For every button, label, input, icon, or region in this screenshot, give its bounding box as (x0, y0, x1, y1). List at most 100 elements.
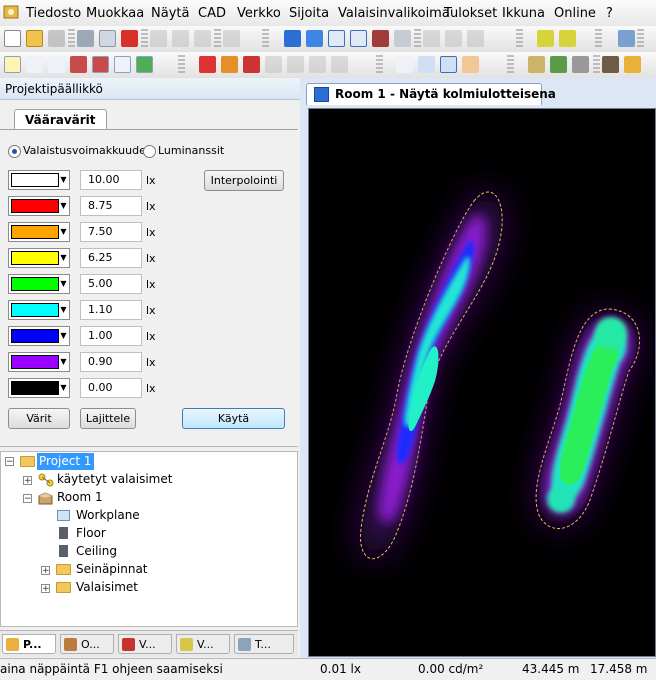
print-preview-icon[interactable] (99, 30, 116, 47)
new-file-icon[interactable] (4, 30, 21, 47)
luminance-radio[interactable] (143, 145, 156, 158)
level-value-input[interactable]: 7.50 (80, 222, 142, 242)
rotate-icon[interactable] (440, 56, 457, 73)
zoom-fit-icon[interactable] (394, 30, 411, 47)
calculator-icon[interactable] (618, 30, 635, 47)
paste-icon[interactable] (194, 30, 211, 47)
tab-colors[interactable]: V... (118, 634, 172, 654)
3d-view-icon[interactable] (284, 30, 301, 47)
collapse-icon[interactable]: − (23, 494, 32, 504)
tab-light-scenes[interactable]: V... (176, 634, 230, 654)
output-icon[interactable] (624, 56, 641, 73)
select-room-icon[interactable] (70, 56, 87, 73)
level-value-input[interactable]: 1.00 (80, 326, 142, 346)
colors-button[interactable]: Värit (8, 408, 70, 429)
room-view-icon[interactable] (372, 30, 389, 47)
calc-all-icon[interactable] (559, 30, 576, 47)
level-value-input[interactable]: 6.25 (80, 248, 142, 268)
select-object-icon[interactable] (48, 56, 65, 73)
color-picker[interactable]: ▼ (8, 248, 70, 268)
tree-item-ceiling[interactable]: Ceiling (76, 543, 117, 560)
tree-item-workplane[interactable]: Workplane (76, 507, 140, 524)
zoom-icon[interactable] (418, 56, 435, 73)
menu-window[interactable]: Ikkuna (502, 6, 545, 21)
print-icon[interactable] (77, 30, 94, 47)
color-picker[interactable]: ▼ (8, 378, 70, 398)
color-picker[interactable]: ▼ (8, 326, 70, 346)
tab-output[interactable]: T... (234, 634, 294, 654)
sort-button[interactable]: Lajittele (80, 408, 136, 429)
collapse-icon[interactable]: − (5, 457, 14, 467)
level-value-input[interactable]: 5.00 (80, 274, 142, 294)
tree-item-project[interactable]: Project 1 (37, 453, 94, 470)
menu-file[interactable]: Tiedosto (26, 6, 81, 21)
3d-viewport[interactable] (308, 108, 656, 657)
color-picker[interactable]: ▼ (8, 300, 70, 320)
floor-view-icon[interactable] (306, 30, 323, 47)
expand-icon[interactable]: + (41, 584, 50, 594)
tab-objects[interactable]: O... (60, 634, 114, 654)
select-window-icon[interactable] (114, 56, 131, 73)
tree-item-wall-surfaces[interactable]: Seinäpinnat (76, 561, 148, 578)
menu-edit[interactable]: Muokkaa (86, 6, 144, 21)
dropdown-arrow-icon[interactable]: ▼ (59, 380, 68, 396)
arrow-left-icon[interactable] (423, 30, 440, 47)
dropdown-arrow-icon[interactable]: ▼ (59, 224, 68, 240)
select-luminaire-icon[interactable] (4, 56, 21, 73)
open-folder-icon[interactable] (26, 30, 43, 47)
expand-icon[interactable]: + (41, 566, 50, 576)
tree-item-floor[interactable]: Floor (76, 525, 106, 542)
undo-icon[interactable] (223, 30, 240, 47)
dropdown-arrow-icon[interactable]: ▼ (59, 354, 68, 370)
dropdown-arrow-icon[interactable]: ▼ (59, 198, 68, 214)
select-group-icon[interactable] (136, 56, 153, 73)
illuminance-radio[interactable] (8, 145, 21, 158)
snap-icon[interactable] (309, 56, 326, 73)
calc-icon[interactable] (537, 30, 554, 47)
expand-icon[interactable]: + (23, 476, 32, 486)
side-view-icon[interactable] (328, 30, 345, 47)
front-view-icon[interactable] (350, 30, 367, 47)
color-picker[interactable]: ▼ (8, 222, 70, 242)
dxf-disabled-icon[interactable] (265, 56, 282, 73)
select-area-icon[interactable] (92, 56, 109, 73)
color-picker[interactable]: ▼ (8, 196, 70, 216)
pointer-icon[interactable] (396, 56, 413, 73)
app-icon[interactable] (3, 4, 21, 20)
dropdown-arrow-icon[interactable]: ▼ (59, 276, 68, 292)
menu-cad[interactable]: CAD (198, 6, 226, 21)
menu-help[interactable]: ? (606, 6, 613, 21)
texture-icon[interactable] (550, 56, 567, 73)
color-picker[interactable]: ▼ (8, 352, 70, 372)
menu-place[interactable]: Sijoita (289, 6, 329, 21)
interpolate-button[interactable]: Interpolointi (204, 170, 284, 191)
menu-online[interactable]: Online (554, 6, 596, 21)
menu-results[interactable]: Tulokset (444, 6, 497, 21)
help-cursor-icon[interactable] (331, 56, 348, 73)
draw-line-icon[interactable] (199, 56, 216, 73)
level-value-input[interactable]: 8.75 (80, 196, 142, 216)
dropdown-arrow-icon[interactable]: ▼ (59, 250, 68, 266)
cut-icon[interactable] (150, 30, 167, 47)
copy-icon[interactable] (172, 30, 189, 47)
draw-arc-icon[interactable] (221, 56, 238, 73)
scene-icon[interactable] (602, 56, 619, 73)
pan-hand-icon[interactable] (462, 56, 479, 73)
material-icon[interactable] (528, 56, 545, 73)
light-direction-icon[interactable] (572, 56, 589, 73)
tab-room-3d-view[interactable]: Room 1 - Näytä kolmiulotteisena (306, 83, 556, 105)
menu-view[interactable]: Näytä (151, 6, 189, 21)
arrow-up-icon[interactable] (467, 30, 484, 47)
apply-button[interactable]: Käytä (182, 408, 285, 429)
level-value-input[interactable]: 0.00 (80, 378, 142, 398)
save-icon[interactable] (48, 30, 65, 47)
select-arrow-icon[interactable] (26, 56, 43, 73)
tree-item-room[interactable]: Room 1 (57, 489, 103, 506)
color-picker[interactable]: ▼ (8, 170, 70, 190)
dxf-icon[interactable] (243, 56, 260, 73)
tree-item-used-luminaires[interactable]: käytetyt valaisimet (57, 471, 172, 488)
dropdown-arrow-icon[interactable]: ▼ (59, 172, 68, 188)
pdf-icon[interactable] (121, 30, 138, 47)
measure-icon[interactable] (287, 56, 304, 73)
menu-network[interactable]: Verkko (237, 6, 281, 21)
